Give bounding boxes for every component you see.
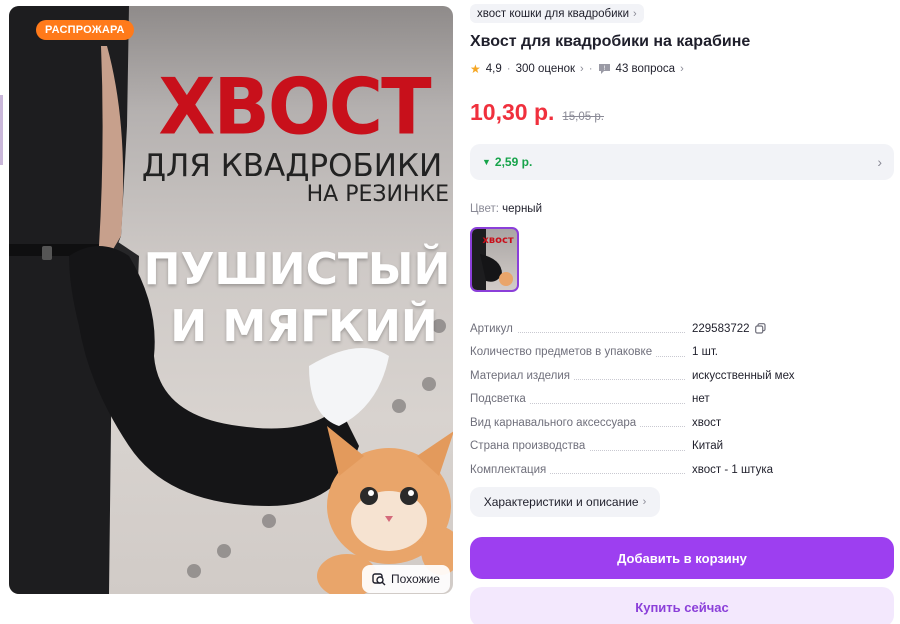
chevron-right-icon: › xyxy=(633,7,637,20)
color-label-text: Цвет: xyxy=(470,203,499,215)
add-to-cart-button[interactable]: Добавить в корзину xyxy=(470,537,894,579)
spec-row: Подсветка нет xyxy=(470,388,894,412)
chevron-right-icon: › xyxy=(642,496,647,508)
reviews-link[interactable]: 300 оценок xyxy=(516,63,575,75)
color-variant-thumbnail[interactable]: хвост xyxy=(470,227,519,292)
old-price: 15,05 р. xyxy=(562,111,604,123)
color-value: черный xyxy=(502,203,542,215)
discount-value-wrap: ▼ 2,59 р. xyxy=(482,155,532,169)
down-triangle-icon: ▼ xyxy=(482,157,491,167)
star-icon: ★ xyxy=(470,62,481,76)
question-icon: ! xyxy=(598,64,610,74)
product-page: РАСПРОЖАРА ХВОСТ ДЛЯ КВАДРОБИКИ НА РЕЗИН… xyxy=(0,0,900,624)
spec-name: Вид карнавального аксессуара xyxy=(470,416,641,429)
spec-value: нет xyxy=(692,393,710,406)
buy-now-button[interactable]: Купить сейчас xyxy=(470,587,894,624)
spec-name: Подсветка xyxy=(470,393,530,406)
spec-name: Материал изделия xyxy=(470,369,575,382)
questions-link[interactable]: 43 вопроса xyxy=(616,63,676,75)
sale-badge: РАСПРОЖАРА xyxy=(36,20,134,40)
spec-value: искусственный мех xyxy=(692,369,795,382)
spec-value: Китай xyxy=(692,440,724,453)
breadcrumb-label: хвост кошки для квадробики xyxy=(477,7,629,20)
image-text-fluffy: ПУШИСТЫЙ xyxy=(143,244,451,295)
spec-row: Материал изделия искусственный мех xyxy=(470,364,894,388)
price-row: 10,30 р. 15,05 р. xyxy=(470,99,604,126)
spec-name: Комплектация xyxy=(470,463,551,476)
discount-box[interactable]: ▼ 2,59 р. › xyxy=(470,144,894,180)
color-label: Цвет: черный xyxy=(470,203,542,215)
spec-name: Количество предметов в упаковке xyxy=(470,346,657,359)
similar-label: Похожие xyxy=(391,572,440,586)
spec-value: 1 шт. xyxy=(692,346,719,359)
svg-text:!: ! xyxy=(603,65,605,72)
spec-value: 229583722 xyxy=(692,323,766,335)
chevron-right-icon: › xyxy=(580,63,584,75)
spec-row: Артикул 229583722 xyxy=(470,317,894,341)
rating-row: ★ 4,9 · 300 оценок › · ! 43 вопроса › xyxy=(470,62,684,76)
rating-value: 4,9 xyxy=(485,63,502,75)
image-text-title: ХВОСТ xyxy=(158,61,431,153)
spec-row: Комплектация хвост - 1 штука xyxy=(470,458,894,482)
spec-row: Количество предметов в упаковке 1 шт. xyxy=(470,341,894,365)
discount-value: 2,59 р. xyxy=(494,155,533,169)
spec-value: хвост xyxy=(692,416,722,429)
article-number: 229583722 xyxy=(692,322,750,335)
specs-list: Артикул 229583722 Количество предметов в… xyxy=(470,317,894,482)
similar-button[interactable]: Похожие xyxy=(362,565,450,593)
spec-name: Артикул xyxy=(470,322,517,335)
image-search-icon xyxy=(372,573,386,586)
product-image[interactable]: РАСПРОЖАРА ХВОСТ ДЛЯ КВАДРОБИКИ НА РЕЗИН… xyxy=(9,6,453,594)
spec-row: Страна производства Китай xyxy=(470,435,894,459)
copy-icon[interactable] xyxy=(754,323,766,334)
spec-value: хвост - 1 штука xyxy=(692,463,774,476)
thumbnail-text: хвост xyxy=(482,235,514,246)
characteristics-label: Характеристики и описание xyxy=(483,495,639,509)
price: 10,30 р. xyxy=(470,99,555,125)
characteristics-button[interactable]: Характеристики и описание › xyxy=(470,487,660,517)
product-title: Хвост для квадробики на карабине xyxy=(470,33,751,50)
image-text-subtitle2: НА РЕЗИНКЕ xyxy=(306,182,449,207)
spec-row: Вид карнавального аксессуара хвост xyxy=(470,411,894,435)
thumbnail-image: хвост xyxy=(472,229,514,290)
image-text-subtitle: ДЛЯ КВАДРОБИКИ xyxy=(141,148,443,184)
left-edge-sliver xyxy=(0,95,3,165)
chevron-right-icon: › xyxy=(680,63,684,75)
separator-dot: · xyxy=(588,63,593,75)
breadcrumb[interactable]: хвост кошки для квадробики › xyxy=(470,4,644,23)
chevron-right-icon: › xyxy=(877,154,882,170)
separator-dot: · xyxy=(506,63,511,75)
image-text-soft: И МЯГКИЙ xyxy=(170,301,438,352)
spec-name: Страна производства xyxy=(470,440,590,453)
